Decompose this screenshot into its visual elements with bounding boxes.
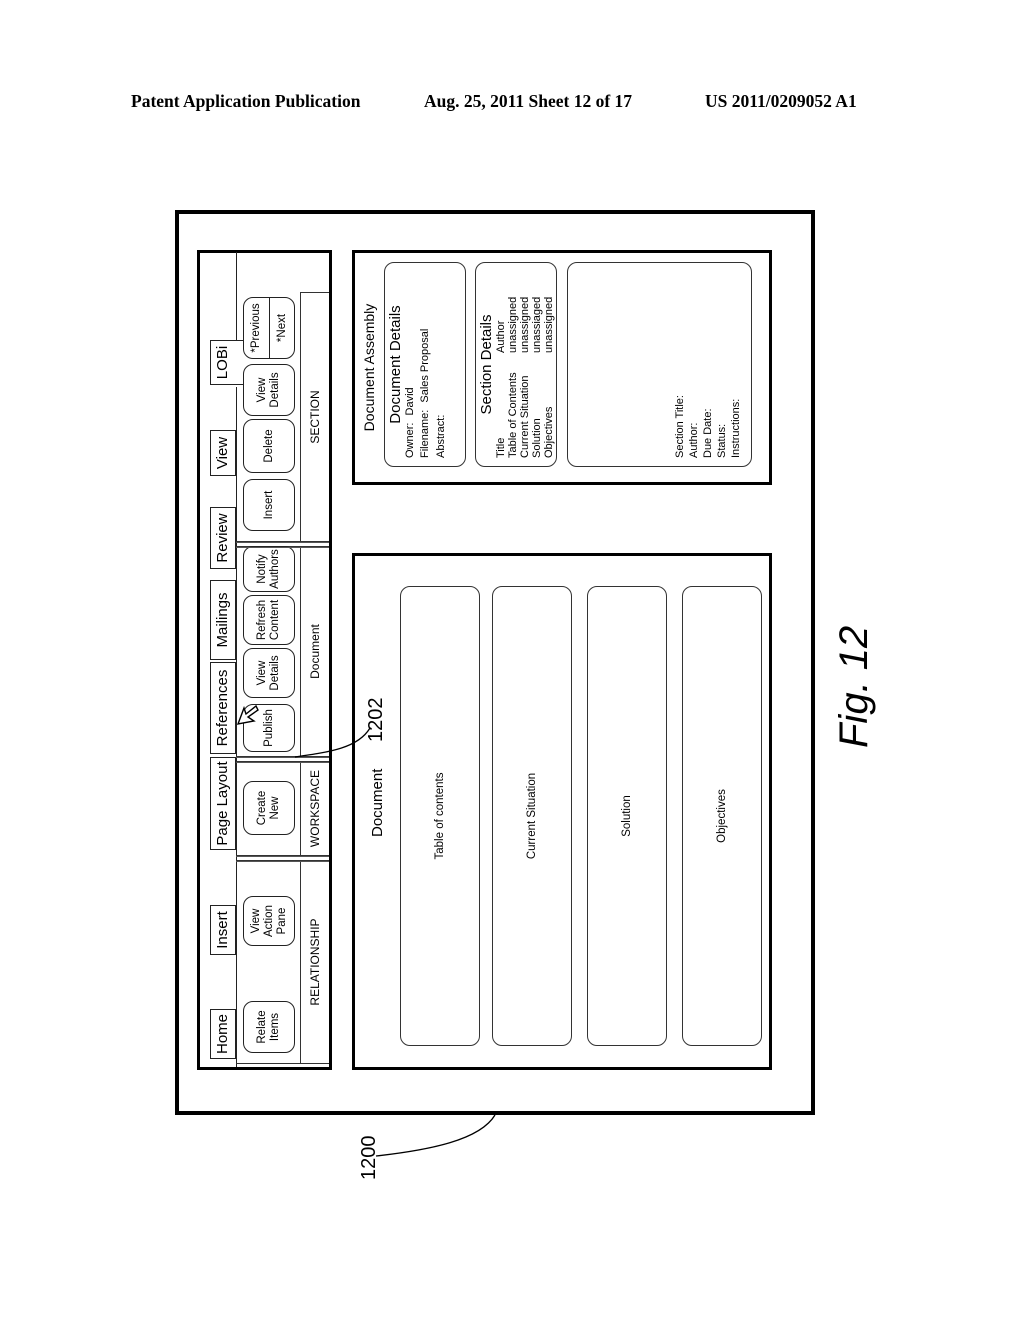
- abstract-label: Abstract:: [435, 414, 447, 458]
- leader-line-1200: [375, 1114, 496, 1157]
- reference-numeral-1200: 1200: [358, 1135, 380, 1181]
- group-section: Insert Delete View Details *Previous *Ne…: [236, 252, 329, 542]
- column-header-title: Title: [495, 437, 507, 458]
- section-info-fields: Section Title: Author: Due Date: Status:…: [673, 395, 743, 458]
- section-row-title: Objectives: [543, 406, 555, 458]
- create-new-button[interactable]: Create New: [243, 781, 295, 835]
- group-separator: [236, 856, 329, 862]
- group-relationship: Relate Items View Action Pane RELATIONSH…: [236, 860, 329, 1064]
- insert-section-button[interactable]: Insert: [243, 479, 295, 531]
- group-label-workspace: WORKSPACE: [300, 762, 329, 855]
- section-row-title: Solution: [531, 418, 543, 458]
- owner-label: Owner:: [404, 422, 416, 458]
- tab-references[interactable]: References: [210, 662, 236, 754]
- document-assembly-panel: Document Assembly Document Details Owner…: [352, 250, 772, 485]
- group-separator: [236, 757, 329, 763]
- section-row-title: Current Situation: [519, 375, 531, 458]
- filename-label: Filename:: [419, 409, 431, 458]
- section-details-heading: Section Details: [478, 314, 495, 415]
- filename-value: Sales Proposal: [419, 328, 431, 403]
- due-date-label: Due Date:: [702, 408, 714, 458]
- next-button[interactable]: *Next: [270, 298, 295, 358]
- figure-ui-window: Home Insert Page Layout References Maili…: [175, 210, 815, 1115]
- section-objectives[interactable]: Objectives: [682, 586, 762, 1046]
- tab-home[interactable]: Home: [210, 1009, 236, 1059]
- author-label: Author:: [688, 422, 700, 458]
- group-separator: [236, 542, 329, 548]
- view-action-pane-button[interactable]: View Action Pane: [243, 896, 295, 946]
- section-solution[interactable]: Solution: [587, 586, 667, 1046]
- section-row-author: unassigned: [507, 296, 519, 353]
- group-label-document: Document: [300, 547, 329, 756]
- document-details-card: Document Details Owner: David Filename: …: [384, 262, 466, 467]
- section-details-table: Title Author Table of Contents unassigne…: [495, 263, 555, 466]
- group-workspace: Create New WORKSPACE: [236, 761, 329, 856]
- section-details-card: Section Details Title Author Table of Co…: [475, 262, 557, 467]
- previous-next-button: *Previous *Next: [243, 297, 295, 359]
- group-label-relationship: RELATIONSHIP: [300, 861, 329, 1063]
- owner-value: David: [404, 387, 416, 416]
- section-row-author: unassigned: [543, 296, 555, 353]
- cursor-arrow-icon: [236, 704, 259, 725]
- section-row-author: unassiaged: [531, 296, 543, 353]
- notify-authors-button[interactable]: Notify Authors: [243, 546, 295, 592]
- tab-view[interactable]: View: [210, 430, 236, 476]
- delete-section-button[interactable]: Delete: [243, 419, 295, 473]
- document-panel-title: Document: [369, 768, 386, 837]
- group-document: Publish View Details Refresh Content Not…: [236, 546, 329, 757]
- view-document-details-button[interactable]: View Details: [243, 648, 295, 698]
- publication-type: Patent Application Publication: [131, 91, 361, 111]
- refresh-content-button[interactable]: Refresh Content: [243, 595, 295, 645]
- publication-date-sheet: Aug. 25, 2011 Sheet 12 of 17: [424, 91, 633, 111]
- section-current-situation[interactable]: Current Situation: [492, 586, 572, 1046]
- tab-review[interactable]: Review: [210, 507, 236, 569]
- relate-items-button[interactable]: Relate Items: [243, 1001, 295, 1053]
- filename-row: Filename: Sales Proposal: [419, 263, 432, 466]
- document-panel: Document Table of contents Current Situa…: [352, 553, 772, 1070]
- section-row-title: Table of Contents: [507, 372, 519, 458]
- tab-insert[interactable]: Insert: [210, 905, 236, 955]
- ribbon: Home Insert Page Layout References Maili…: [197, 250, 332, 1070]
- publication-number: US 2011/0209052 A1: [705, 91, 857, 111]
- document-details-heading: Document Details: [387, 305, 404, 424]
- instructions-label: Instructions:: [730, 398, 742, 458]
- section-info-card: Section Title: Author: Due Date: Status:…: [567, 262, 752, 467]
- reference-numeral-1202: 1202: [365, 697, 387, 743]
- figure-label: Fig. 12: [832, 625, 876, 748]
- tab-page-layout[interactable]: Page Layout: [210, 757, 236, 850]
- owner-row: Owner: David: [404, 263, 417, 466]
- tab-mailings[interactable]: Mailings: [210, 580, 236, 660]
- section-row-author: unassigned: [519, 296, 531, 353]
- section-title-label: Section Title:: [674, 395, 686, 458]
- section-table-of-contents[interactable]: Table of contents: [400, 586, 480, 1046]
- column-header-author: Author: [495, 320, 507, 353]
- document-assembly-title: Document Assembly: [361, 303, 377, 432]
- view-section-details-button[interactable]: View Details: [243, 364, 295, 416]
- group-label-section: SECTION: [300, 292, 329, 541]
- status-label: Status:: [716, 423, 728, 458]
- previous-button[interactable]: *Previous: [243, 298, 270, 358]
